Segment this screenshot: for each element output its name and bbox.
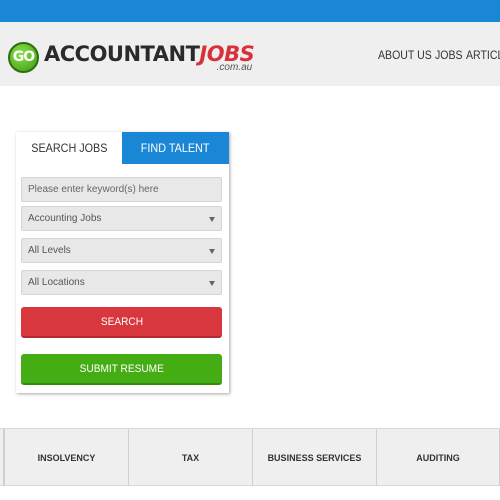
site-header: GO ACCOUNTANTJOBS .com.au ABOUT US JOBS … (0, 22, 500, 86)
tab-find-talent[interactable]: FIND TALENT (122, 132, 229, 164)
submit-resume-button[interactable]: SUBMIT RESUME (21, 354, 222, 385)
category-bar: INSOLVENCY TAX BUSINESS SERVICES AUDITIN… (0, 428, 500, 486)
level-select[interactable]: All Levels (21, 238, 222, 263)
keyword-field (21, 177, 222, 202)
level-select-value: All Levels (28, 245, 71, 256)
category-auditing[interactable]: AUDITING (376, 429, 500, 486)
search-tabs: SEARCH JOBS FIND TALENT (16, 132, 229, 164)
category-insolvency[interactable]: INSOLVENCY (4, 429, 128, 486)
search-button[interactable]: SEARCH (21, 307, 222, 338)
logo-badge: GO (8, 41, 39, 73)
category-select-value: Accounting Jobs (28, 213, 102, 224)
chevron-down-icon (209, 249, 215, 254)
logo-word-accountant: ACCOUNTANT (44, 42, 200, 66)
chevron-down-icon (209, 281, 215, 286)
top-bar (0, 0, 500, 22)
category-business-services[interactable]: BUSINESS SERVICES (252, 429, 376, 486)
nav-about-us[interactable]: ABOUT US (378, 48, 432, 62)
keyword-input[interactable] (28, 178, 221, 201)
nav-jobs[interactable]: JOBS (435, 48, 463, 62)
logo-text: ACCOUNTANTJOBS .com.au (44, 41, 255, 73)
category-tax[interactable]: TAX (128, 429, 252, 486)
chevron-down-icon (209, 217, 215, 222)
category-select[interactable]: Accounting Jobs (21, 206, 222, 231)
location-select[interactable]: All Locations (21, 270, 222, 295)
tab-find-talent-label: FIND TALENT (141, 141, 210, 155)
location-select-value: All Locations (28, 277, 85, 288)
job-search-panel: SEARCH JOBS FIND TALENT Accounting Jobs … (16, 132, 229, 393)
main-nav: ABOUT US JOBS ARTICLES (378, 48, 500, 62)
site-logo[interactable]: GO ACCOUNTANTJOBS .com.au (8, 41, 255, 73)
search-button-label: SEARCH (100, 315, 143, 328)
tab-search-jobs-label: SEARCH JOBS (30, 141, 108, 155)
logo-domain: .com.au (216, 62, 253, 73)
submit-resume-button-label: SUBMIT RESUME (79, 362, 164, 375)
nav-articles[interactable]: ARTICLES (466, 48, 500, 62)
tab-search-jobs[interactable]: SEARCH JOBS (16, 132, 122, 164)
